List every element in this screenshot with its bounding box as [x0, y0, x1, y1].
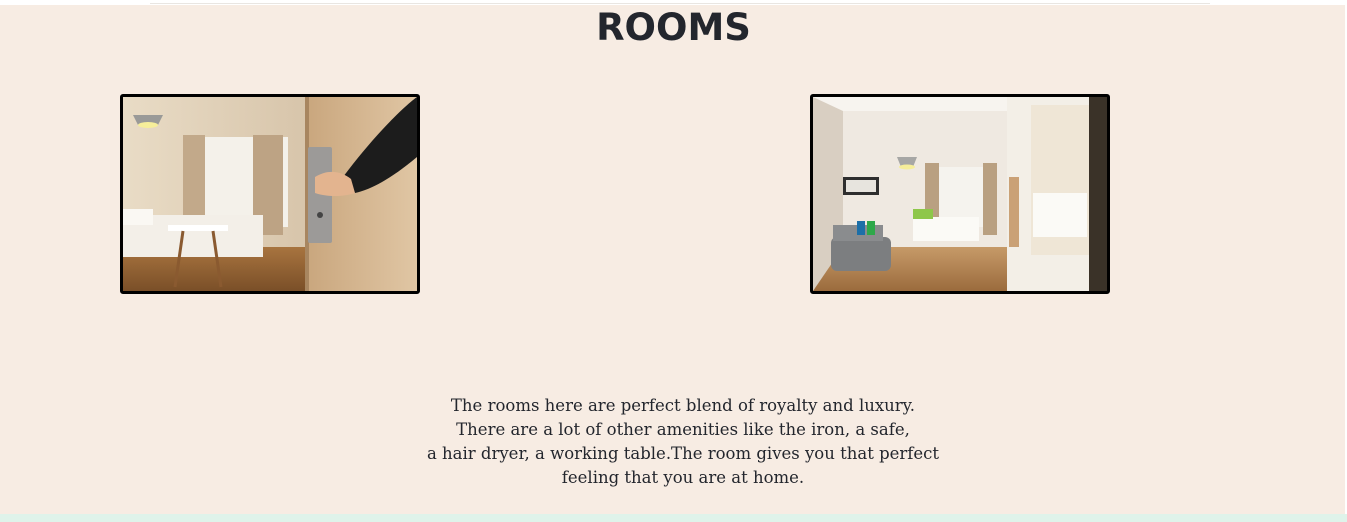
room-door-photo [120, 94, 420, 294]
section-title: ROOMS [596, 6, 751, 49]
description-line: The rooms here are perfect blend of roya… [450, 396, 916, 415]
description-line: feeling that you are at home. [561, 468, 805, 487]
rooms-description: The rooms here are perfect blend of roya… [0, 394, 1347, 490]
room-interior-photo [810, 94, 1110, 294]
description-line: a hair dryer, a working table.The room g… [426, 444, 940, 463]
description-line: There are a lot of other amenities like … [456, 420, 910, 439]
next-section-edge [0, 514, 1347, 522]
